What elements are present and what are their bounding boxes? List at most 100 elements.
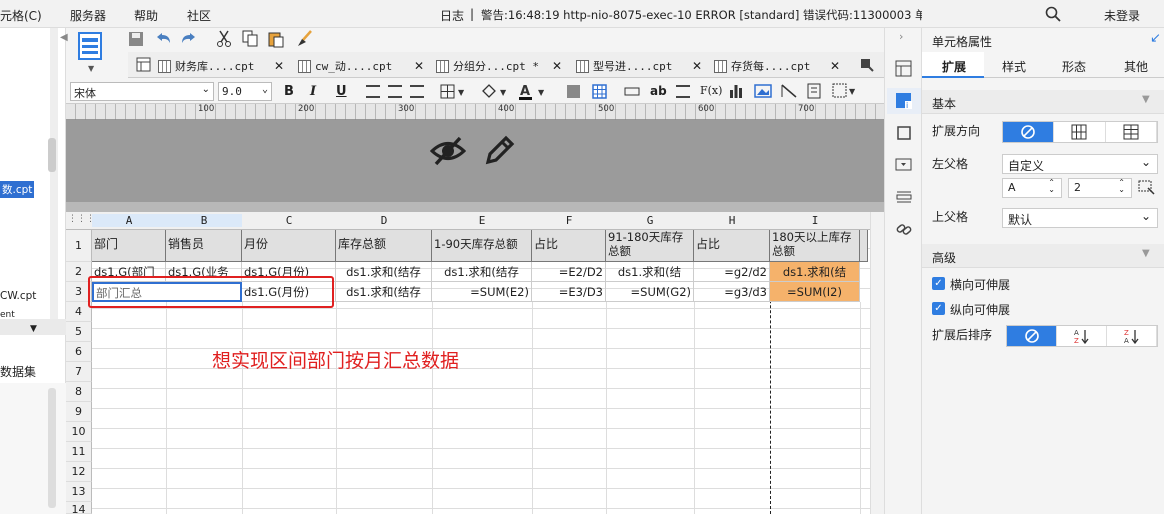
- cell-g1[interactable]: 91-180天库存总额: [606, 230, 694, 262]
- cell-h2[interactable]: =g2/d2: [694, 262, 770, 282]
- collapse-left-icon[interactable]: ◀: [60, 32, 68, 43]
- row-header[interactable]: 10: [66, 422, 92, 442]
- close-icon[interactable]: ✕: [414, 59, 424, 73]
- paragraph-icon[interactable]: [676, 85, 690, 98]
- h-expand-checkbox[interactable]: ✓: [932, 277, 945, 290]
- row-header[interactable]: 8: [66, 382, 92, 402]
- align-right-icon[interactable]: [410, 85, 424, 98]
- row-header[interactable]: 12: [66, 462, 92, 482]
- column-header-g[interactable]: G: [606, 214, 694, 227]
- section-basic[interactable]: 基本 ▼: [922, 90, 1164, 114]
- cell-i1[interactable]: 180天以上库存总额: [770, 230, 860, 262]
- bold-button[interactable]: B: [284, 84, 294, 99]
- tab-template-4[interactable]: 型号进....cpt ✕: [576, 55, 702, 77]
- column-header-i[interactable]: I: [770, 214, 860, 227]
- cell-i3[interactable]: =SUM(I2): [770, 282, 860, 302]
- new-template-icon[interactable]: [136, 57, 152, 72]
- menu-server[interactable]: 服务器: [70, 7, 106, 24]
- left-parent-column-input[interactable]: A ⌃ ⌄: [1002, 178, 1062, 198]
- cell-f3[interactable]: =E3/D3: [532, 282, 606, 302]
- column-header-h[interactable]: H: [694, 214, 770, 227]
- sort-ascending-option[interactable]: AZ: [1057, 326, 1107, 346]
- text-button[interactable]: ab: [650, 84, 667, 98]
- row-header[interactable]: 14: [66, 502, 92, 516]
- column-header-b[interactable]: B: [166, 214, 242, 227]
- tab-menu-icon[interactable]: [860, 58, 874, 72]
- fill-color-icon[interactable]: ▼: [480, 83, 510, 101]
- condition-icon[interactable]: [895, 156, 913, 174]
- copy-icon[interactable]: [242, 30, 258, 48]
- no-sort-option[interactable]: [1007, 326, 1057, 346]
- menu-cell-format[interactable]: 元格(C): [0, 7, 42, 24]
- close-icon[interactable]: ✕: [830, 59, 840, 73]
- cell-attribute-icon[interactable]: i: [895, 92, 913, 110]
- stepper-icon[interactable]: ⌃ ⌄: [1118, 179, 1125, 194]
- left-parent-select[interactable]: 自定义 ⌄: [1002, 154, 1158, 174]
- formula-button[interactable]: F(x): [700, 84, 722, 97]
- stepper-icon[interactable]: ⌃ ⌄: [1048, 179, 1055, 194]
- redo-icon[interactable]: [180, 31, 198, 47]
- table-icon[interactable]: [592, 84, 608, 100]
- grid-corner-icon[interactable]: ⋮⋮⋮: [68, 214, 95, 224]
- cell-i2[interactable]: ds1.求和(结: [770, 262, 860, 282]
- select-cell-icon[interactable]: [1138, 180, 1156, 196]
- column-header-d[interactable]: D: [336, 214, 432, 227]
- tab-template-3[interactable]: 分组分...cpt * ✕: [436, 55, 562, 77]
- cell-h1[interactable]: 占比: [694, 230, 770, 262]
- paste-icon[interactable]: [268, 30, 284, 48]
- cell-d1[interactable]: 库存总额: [336, 230, 432, 262]
- format-painter-icon[interactable]: [296, 30, 314, 48]
- font-color-icon[interactable]: A ▼: [518, 83, 548, 101]
- left-scroll-thumb[interactable]: [48, 138, 56, 172]
- header-design-area[interactable]: [66, 120, 884, 202]
- cell-f1[interactable]: 占比: [532, 230, 606, 262]
- horizontal-expand-option[interactable]: [1106, 122, 1157, 142]
- eye-off-icon[interactable]: [430, 134, 466, 168]
- row-header[interactable]: 6: [66, 342, 92, 362]
- tab-expand[interactable]: 扩展: [942, 58, 966, 75]
- v-expand-checkbox[interactable]: ✓: [932, 302, 945, 315]
- dataset-tab[interactable]: 数据集: [0, 363, 36, 380]
- chevron-down-icon[interactable]: ▼: [1142, 248, 1150, 259]
- left-parent-row-input[interactable]: 2 ⌃ ⌄: [1068, 178, 1132, 198]
- close-icon[interactable]: ✕: [552, 59, 562, 73]
- vertical-expand-option[interactable]: [1054, 122, 1106, 142]
- login-link[interactable]: 未登录: [1104, 7, 1140, 24]
- tab-other[interactable]: 其他: [1124, 58, 1148, 75]
- chart-icon[interactable]: [728, 83, 744, 99]
- edit-pencil-icon[interactable]: [482, 132, 516, 168]
- list-icon[interactable]: [895, 188, 913, 206]
- tab-template-2[interactable]: cw_动....cpt ✕: [298, 55, 424, 77]
- merge-cell-icon[interactable]: [566, 84, 582, 100]
- align-left-icon[interactable]: [366, 85, 380, 98]
- hyperlink-icon[interactable]: [895, 220, 913, 238]
- row-header[interactable]: 9: [66, 402, 92, 422]
- search-icon[interactable]: [1045, 6, 1061, 22]
- column-header-e[interactable]: E: [432, 214, 532, 227]
- no-expand-option[interactable]: [1003, 122, 1055, 142]
- cut-icon[interactable]: [216, 30, 232, 48]
- template-dropdown-icon[interactable]: ▼: [88, 64, 94, 73]
- template-item[interactable]: CW.cpt: [0, 290, 36, 302]
- left-scrollbar[interactable]: [50, 28, 58, 328]
- collapse-right-icon[interactable]: ›: [899, 30, 903, 43]
- save-icon[interactable]: [128, 31, 144, 47]
- top-parent-select[interactable]: 默认 ⌄: [1002, 208, 1158, 228]
- close-icon[interactable]: ✕: [274, 59, 284, 73]
- underline-button[interactable]: U: [336, 84, 347, 99]
- cell-f2[interactable]: =E2/D2: [532, 262, 606, 282]
- cell-e2[interactable]: ds1.求和(结存: [432, 262, 532, 282]
- pin-icon[interactable]: ↙: [1150, 31, 1161, 46]
- subreport-icon[interactable]: [806, 83, 822, 99]
- section-advanced[interactable]: 高级 ▼: [922, 244, 1164, 268]
- widget-icon[interactable]: [895, 124, 913, 142]
- cell-c1[interactable]: 月份: [242, 230, 336, 262]
- sheet-vscrollbar[interactable]: [870, 212, 884, 514]
- menu-help[interactable]: 帮助: [134, 7, 158, 24]
- cell-a1[interactable]: 部门: [92, 230, 166, 262]
- align-center-icon[interactable]: [388, 85, 402, 98]
- cell-layout-icon[interactable]: [895, 60, 913, 78]
- column-header-f[interactable]: F: [532, 214, 606, 227]
- textbox-icon[interactable]: [624, 86, 640, 98]
- slash-cell-icon[interactable]: [780, 83, 798, 99]
